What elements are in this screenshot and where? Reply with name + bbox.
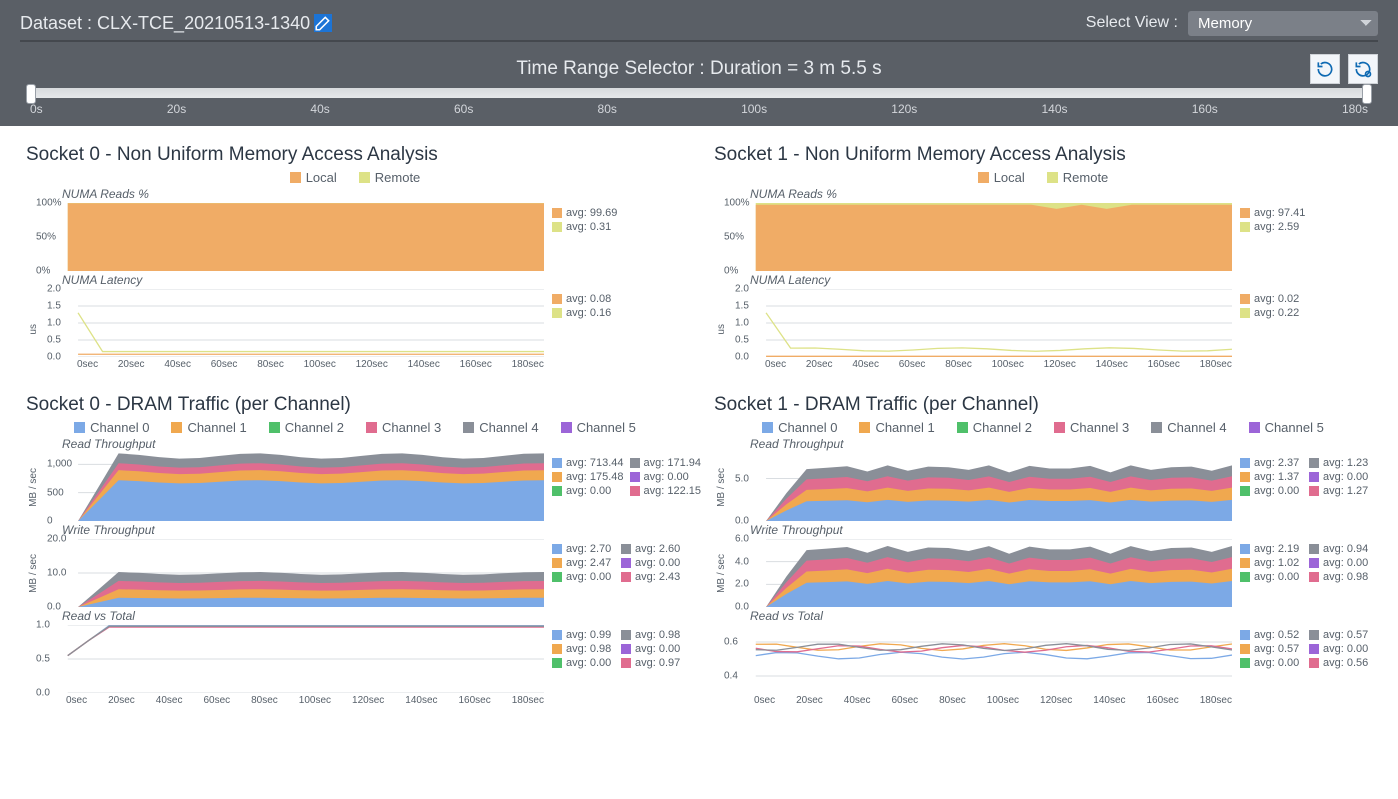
chart-subtitle: Read vs Total (750, 609, 1372, 623)
avg-legend: avg: 0.08avg: 0.16 (544, 289, 684, 370)
chart-read-tp-s0[interactable]: 05001,000 (47, 453, 544, 521)
chart-rvst-s1[interactable]: 0.40.6 (724, 625, 1232, 693)
chart-write-tp-s0[interactable]: 0.010.020.0 (47, 539, 544, 607)
slider-ticks: 0s20s40s60s80s100s120s140s160s180s (20, 98, 1378, 116)
select-view-label: Select View : (1086, 14, 1178, 32)
chart-subtitle: NUMA Reads % (62, 187, 684, 201)
chart-numa-latency-s0[interactable]: 0.00.51.01.52.0 (47, 289, 544, 357)
section-title: Socket 0 - DRAM Traffic (per Channel) (26, 394, 684, 416)
slider-handle-left[interactable] (26, 84, 36, 104)
avg-legend: avg: 2.19avg: 0.94avg: 1.02avg: 0.00avg:… (1232, 539, 1372, 607)
x-axis: 0sec20sec40sec60sec80sec100sec120sec140s… (765, 359, 1232, 370)
x-axis: 0sec20sec40sec60sec80sec100sec120sec140s… (77, 359, 544, 370)
chart-numa-latency-s1[interactable]: 0.00.51.01.52.0 (735, 289, 1232, 357)
y-unit: MB / sec (26, 554, 41, 593)
dataset-name: CLX-TCE_20210513-1340 (97, 13, 310, 33)
avg-legend: avg: 0.99avg: 0.98avg: 0.98avg: 0.00avg:… (544, 625, 684, 706)
config-icon[interactable] (1348, 54, 1378, 84)
chart-subtitle: Write Throughput (750, 523, 1372, 537)
chart-subtitle: Write Throughput (62, 523, 684, 537)
dataset-prefix: Dataset : (20, 13, 97, 33)
chart-numa-reads-s0[interactable]: 0%50%100% (36, 203, 544, 271)
avg-legend: avg: 0.52avg: 0.57avg: 0.57avg: 0.00avg:… (1232, 625, 1372, 706)
chart-rvst-s0[interactable]: 0.00.51.0 (36, 625, 544, 693)
time-range-title: Time Range Selector : Duration = 3 m 5.5… (20, 58, 1378, 80)
chart-numa-reads-s1[interactable]: 0%50%100% (724, 203, 1232, 271)
x-axis: 0sec20sec40sec60sec80sec100sec120sec140s… (66, 695, 544, 706)
time-range-slider[interactable]: 0s20s40s60s80s100s120s140s160s180s (20, 88, 1378, 126)
avg-legend: avg: 713.44avg: 171.94avg: 175.48avg: 0.… (544, 453, 684, 521)
avg-legend: avg: 2.70avg: 2.60avg: 2.47avg: 0.00avg:… (544, 539, 684, 607)
avg-legend: avg: 0.02avg: 0.22 (1232, 289, 1372, 370)
y-unit: MB / sec (714, 468, 729, 507)
avg-legend: avg: 99.69avg: 0.31 (544, 203, 684, 271)
dataset-label: Dataset : CLX-TCE_20210513-1340 (20, 13, 310, 34)
y-unit: MB / sec (26, 468, 41, 507)
dram-legend: Channel 0Channel 1Channel 2Channel 3Chan… (714, 420, 1372, 435)
section-title: Socket 0 - Non Uniform Memory Access Ana… (26, 144, 684, 166)
x-axis: 0sec20sec40sec60sec80sec100sec120sec140s… (754, 695, 1232, 706)
refresh-icon[interactable] (1310, 54, 1340, 84)
section-title: Socket 1 - DRAM Traffic (per Channel) (714, 394, 1372, 416)
chart-subtitle: Read vs Total (62, 609, 684, 623)
chart-subtitle: Read Throughput (62, 437, 684, 451)
chart-subtitle: Read Throughput (750, 437, 1372, 451)
chart-subtitle: NUMA Latency (750, 273, 1372, 287)
y-unit: us (26, 324, 41, 335)
socket0-dram: Socket 0 - DRAM Traffic (per Channel) Ch… (26, 394, 684, 706)
numa-legend: LocalRemote (26, 170, 684, 185)
socket0-numa: Socket 0 - Non Uniform Memory Access Ana… (26, 144, 684, 370)
socket1-dram: Socket 1 - DRAM Traffic (per Channel) Ch… (714, 394, 1372, 706)
socket1-numa: Socket 1 - Non Uniform Memory Access Ana… (714, 144, 1372, 370)
section-title: Socket 1 - Non Uniform Memory Access Ana… (714, 144, 1372, 166)
chart-subtitle: NUMA Latency (62, 273, 684, 287)
avg-legend: avg: 2.37avg: 1.23avg: 1.37avg: 0.00avg:… (1232, 453, 1372, 521)
chart-write-tp-s1[interactable]: 0.02.04.06.0 (735, 539, 1232, 607)
header: Dataset : CLX-TCE_20210513-1340 Select V… (0, 0, 1398, 126)
y-unit: MB / sec (714, 554, 729, 593)
slider-handle-right[interactable] (1362, 84, 1372, 104)
chart-subtitle: NUMA Reads % (750, 187, 1372, 201)
avg-legend: avg: 97.41avg: 2.59 (1232, 203, 1372, 271)
edit-dataset-icon[interactable] (314, 14, 332, 32)
y-unit: us (714, 324, 729, 335)
chart-read-tp-s1[interactable]: 0.05.0 (735, 453, 1232, 521)
numa-legend: LocalRemote (714, 170, 1372, 185)
dram-legend: Channel 0Channel 1Channel 2Channel 3Chan… (26, 420, 684, 435)
view-select[interactable]: Memory (1188, 11, 1378, 36)
